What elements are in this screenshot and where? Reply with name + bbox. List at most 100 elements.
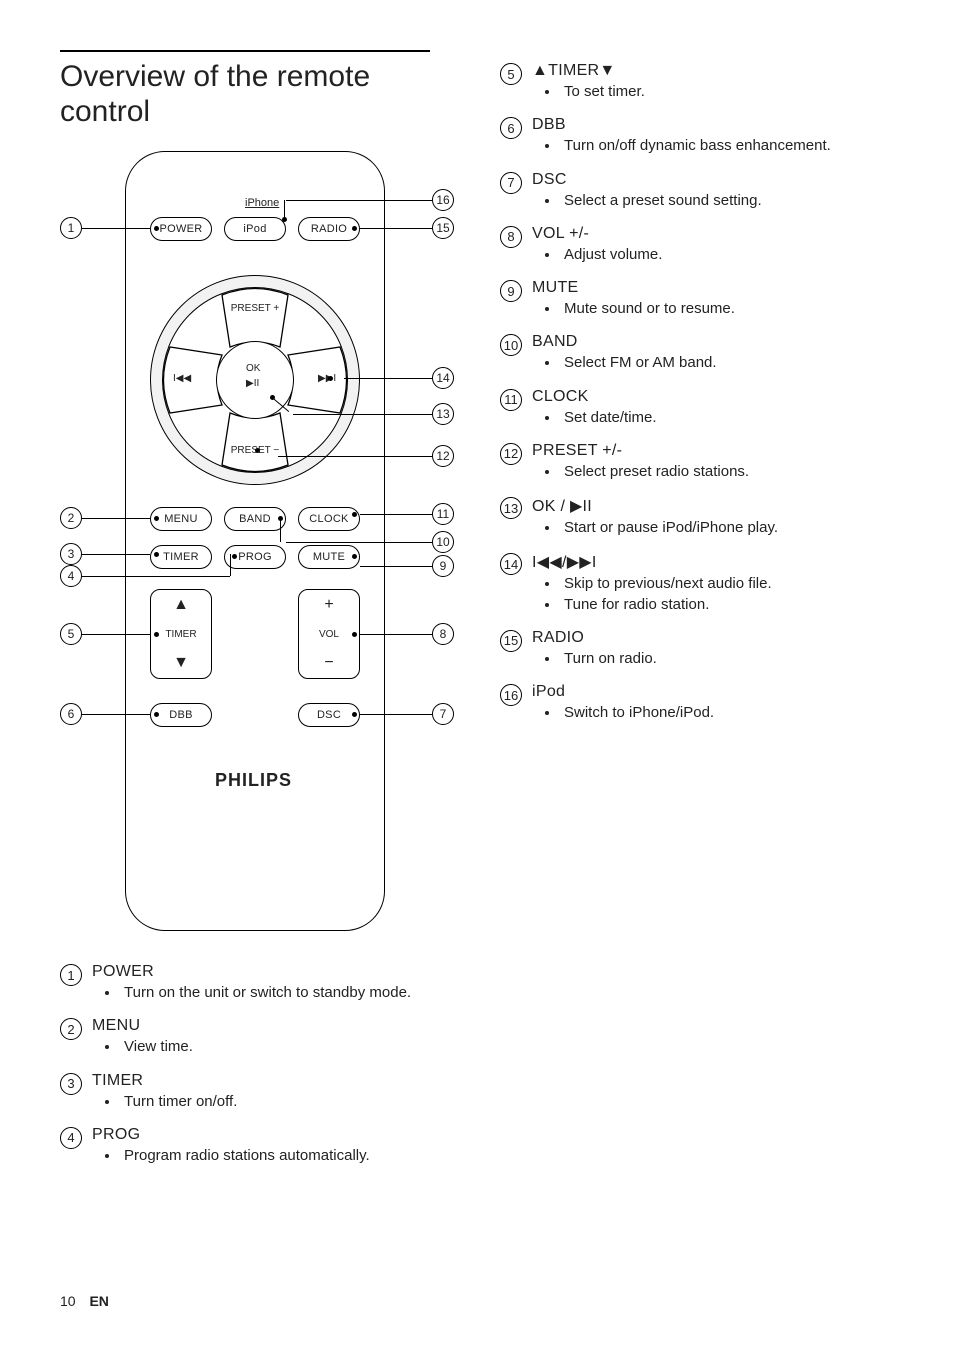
callout-label: DSC — [532, 171, 894, 189]
lead-dot — [154, 552, 159, 557]
page-title: Overview of the remote control — [60, 60, 460, 129]
btn-ipod: iPod — [224, 217, 286, 241]
label-vol-pad: VOL — [319, 629, 339, 640]
dia-callout-1: 1 — [60, 217, 82, 239]
callout-list-right: 5▲TIMER▼To set timer.6DBBTurn on/off dyn… — [500, 62, 894, 723]
lead-line — [82, 634, 150, 635]
callout-bullets: Turn timer on/off. — [120, 1092, 460, 1112]
callout-bullet: Mute sound or to resume. — [560, 299, 894, 319]
callout-body: BANDSelect FM or AM band. — [532, 333, 894, 373]
callout-body: PROG Program radio stations automatically… — [92, 1126, 460, 1166]
callout-bullets: Start or pause iPod/iPhone play. — [560, 518, 894, 538]
dia-callout-5: 5 — [60, 623, 82, 645]
dia-callout-8: 8 — [432, 623, 454, 645]
callout-bullet: Start or pause iPod/iPhone play. — [560, 518, 894, 538]
callout-body: VOL +/- Adjust volume. — [532, 225, 894, 265]
callout-number: 6 — [500, 117, 522, 139]
label-iphone: iPhone — [245, 197, 279, 209]
callout-item: 9 MUTE Mute sound or to resume. — [500, 279, 894, 319]
lead-line — [230, 554, 231, 576]
dia-callout-11: 11 — [432, 503, 454, 525]
callout-item: 15 RADIO Turn on radio. — [500, 629, 894, 669]
callout-item: 1POWERTurn on the unit or switch to stan… — [60, 963, 460, 1003]
callout-label: CLOCK — [532, 388, 894, 406]
callout-body: MUTE Mute sound or to resume. — [532, 279, 894, 319]
lead-line — [286, 200, 432, 201]
callout-label: I◀◀/▶▶I — [532, 552, 894, 572]
callout-item: 12PRESET +/-Select preset radio stations… — [500, 442, 894, 482]
callout-bullets: Skip to previous/next audio file.Tune fo… — [560, 574, 894, 615]
callout-bullets: Turn on radio. — [560, 649, 894, 669]
dia-callout-10: 10 — [432, 531, 454, 553]
callout-number: 15 — [500, 630, 522, 652]
callout-item: 4PROGProgram radio stations automaticall… — [60, 1126, 460, 1166]
callout-label: iPod — [532, 683, 894, 701]
callout-bullet: Tune for radio station. — [560, 595, 894, 615]
dia-callout-12: 12 — [432, 445, 454, 467]
callout-bullet: Switch to iPhone/iPod. — [560, 703, 894, 723]
lead-dot — [328, 376, 333, 381]
callout-number: 14 — [500, 553, 522, 575]
callout-label: MENU — [92, 1017, 460, 1035]
callout-bullets: Turn on the unit or switch to standby mo… — [120, 983, 460, 1003]
page-footer: 10 EN — [60, 1293, 109, 1309]
callout-number: 2 — [60, 1018, 82, 1040]
callout-label: MUTE — [532, 279, 894, 297]
callout-label: BAND — [532, 333, 894, 351]
callout-number: 3 — [60, 1073, 82, 1095]
label-prev: I◀◀ — [173, 373, 191, 384]
lead-line — [286, 542, 432, 543]
callout-item: 8VOL +/-Adjust volume. — [500, 225, 894, 265]
callout-number: 13 — [500, 497, 522, 519]
callout-bullet: Turn on radio. — [560, 649, 894, 669]
callout-body: PRESET +/-Select preset radio stations. — [532, 442, 894, 482]
callout-label: RADIO — [532, 629, 894, 647]
callout-bullet: Program radio stations automatically. — [120, 1146, 460, 1166]
callout-bullet: To set timer. — [560, 82, 894, 102]
callout-label: TIMER — [92, 1072, 460, 1090]
callout-item: 3 TIMER Turn timer on/off. — [60, 1072, 460, 1112]
callout-number: 7 — [500, 172, 522, 194]
lead-line — [293, 414, 432, 415]
callout-body: ▲TIMER▼To set timer. — [532, 62, 894, 102]
btn-mute: MUTE — [298, 545, 360, 569]
callout-body: OK / ▶IIStart or pause iPod/iPhone play. — [532, 496, 894, 538]
callout-label: VOL +/- — [532, 225, 894, 243]
callout-label: POWER — [92, 963, 460, 981]
lead-dot — [232, 554, 237, 559]
page-number: 10 — [60, 1293, 76, 1309]
dia-callout-3: 3 — [60, 543, 82, 565]
dia-callout-15: 15 — [432, 217, 454, 239]
callout-item: 2MENUView time. — [60, 1017, 460, 1057]
lead-line — [280, 518, 281, 542]
callout-body: DBBTurn on/off dynamic bass enhancement. — [532, 116, 894, 156]
lead-line — [82, 554, 150, 555]
callout-bullet: Skip to previous/next audio file. — [560, 574, 894, 594]
callout-item: 16iPodSwitch to iPhone/iPod. — [500, 683, 894, 723]
callout-number: 10 — [500, 334, 522, 356]
callout-item: 14 I◀◀/▶▶ISkip to previous/next audio fil… — [500, 552, 894, 615]
lead-dot — [154, 516, 159, 521]
callout-label: PROG — [92, 1126, 460, 1144]
callout-bullets: Adjust volume. — [560, 245, 894, 265]
lead-dot — [352, 226, 357, 231]
btn-power: POWER — [150, 217, 212, 241]
callout-label: PRESET +/- — [532, 442, 894, 460]
triangle-up-icon: ▲ — [173, 596, 189, 614]
lead-line — [82, 576, 230, 577]
callout-bullet: Turn on the unit or switch to standby mo… — [120, 983, 460, 1003]
lead-line — [360, 566, 432, 567]
label-timer-pad: TIMER — [165, 629, 196, 640]
callout-number: 9 — [500, 280, 522, 302]
label-preset-plus: PRESET + — [230, 303, 280, 314]
callout-label: OK / ▶II — [532, 496, 894, 516]
callout-number: 11 — [500, 389, 522, 411]
dia-callout-6: 6 — [60, 703, 82, 725]
callout-item: 13 OK / ▶IIStart or pause iPod/iPhone pla… — [500, 496, 894, 538]
btn-dsc: DSC — [298, 703, 360, 727]
callout-body: I◀◀/▶▶ISkip to previous/next audio file.… — [532, 552, 894, 615]
callout-bullets: Program radio stations automatically. — [120, 1146, 460, 1166]
triangle-down-icon: ▼ — [173, 654, 189, 672]
lead-line — [82, 228, 150, 229]
lead-line — [360, 228, 432, 229]
